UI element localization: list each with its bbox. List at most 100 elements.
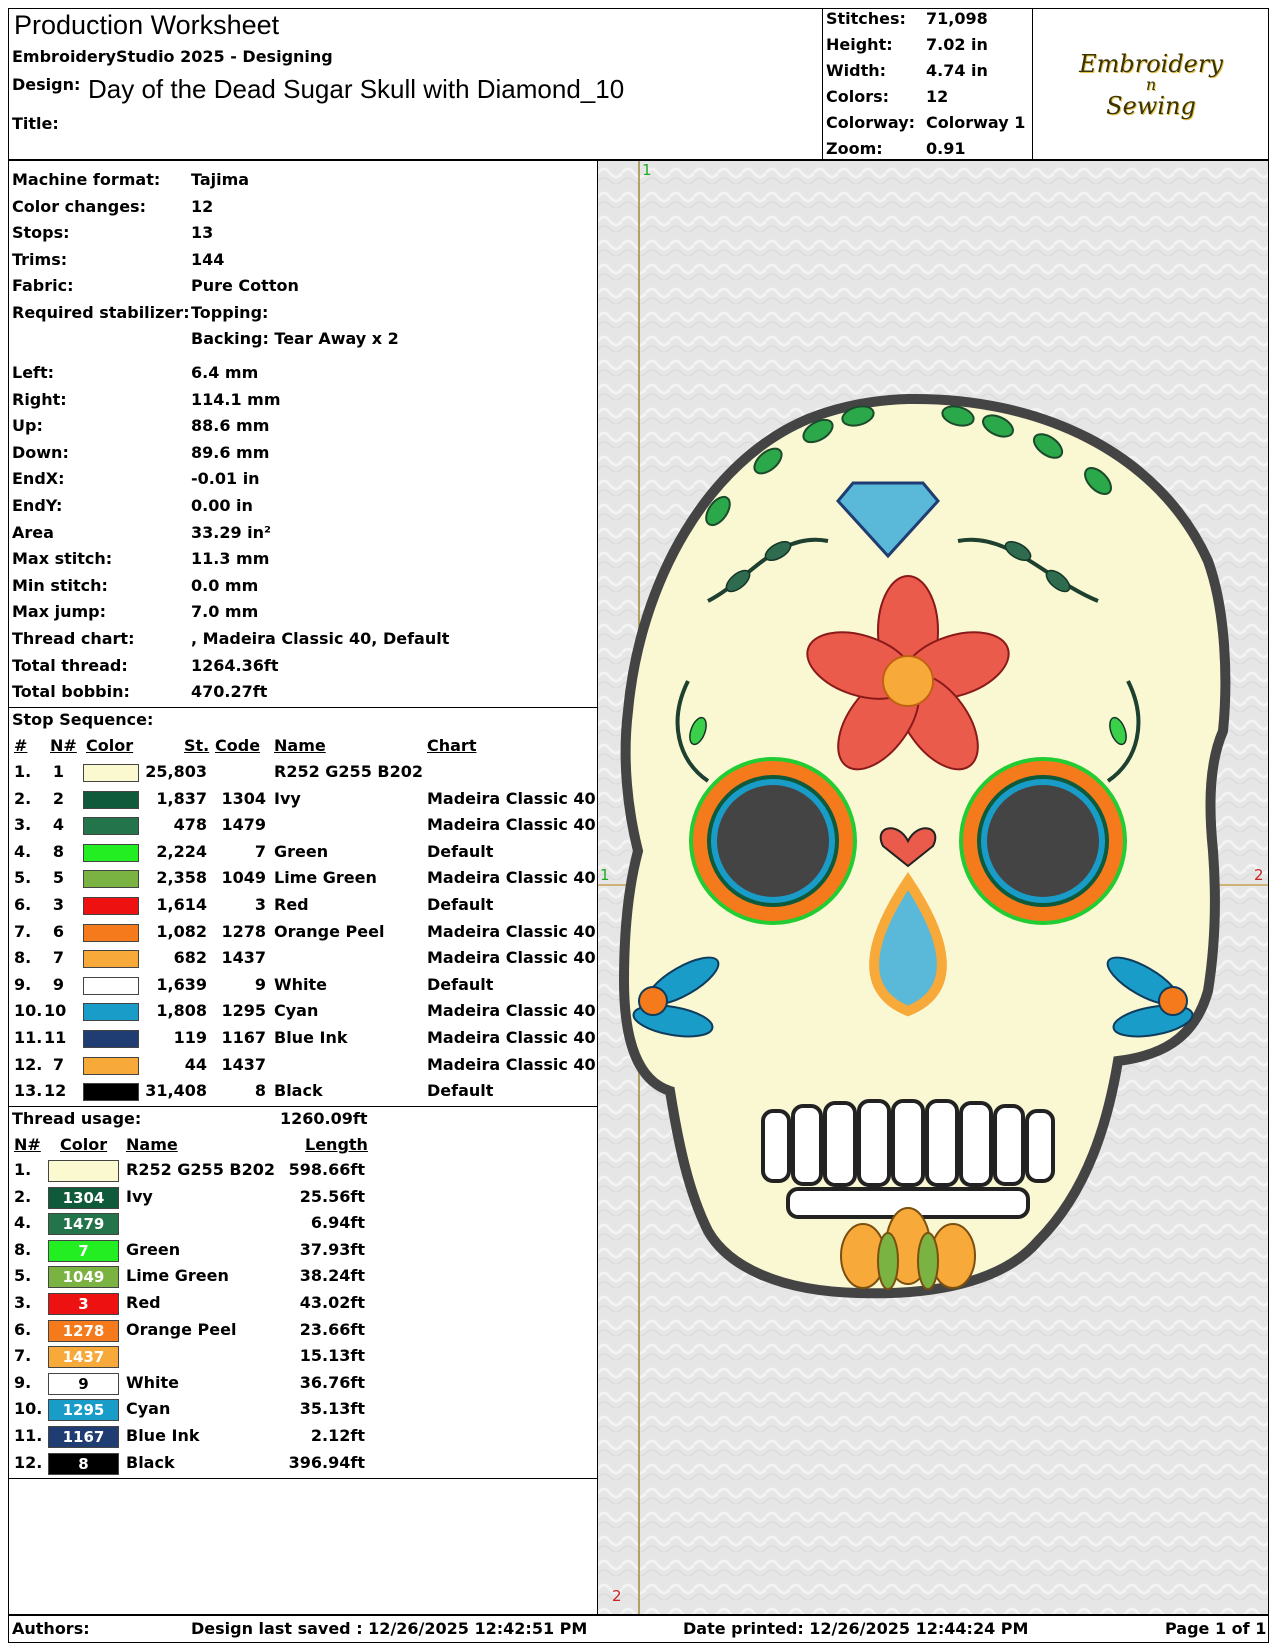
detail-value: Topping: xyxy=(191,302,269,322)
detail-value: 470.27ft xyxy=(191,682,268,702)
usage-num: 10. xyxy=(14,1399,43,1419)
detail-value: Tajima xyxy=(191,170,250,189)
stop-stitches: 682 xyxy=(173,948,207,968)
detail-value: -0.01 in xyxy=(191,469,260,489)
stop-color-swatch xyxy=(83,843,139,862)
usage-name: Cyan xyxy=(126,1399,171,1419)
usage-color-swatch: 1437 xyxy=(48,1346,119,1369)
stop-num: 7. xyxy=(14,921,32,941)
detail-value: 7.0 mm xyxy=(191,602,259,622)
stop-color-swatch xyxy=(83,1003,139,1022)
usage-num: 1. xyxy=(14,1160,32,1179)
stat-label: Width: xyxy=(826,61,887,80)
detail-value: 0.0 mm xyxy=(191,575,259,595)
usage-name: Blue Ink xyxy=(126,1426,200,1445)
stop-chart: Default xyxy=(427,895,494,914)
stop-row: 5. 5 2,358 1049 Lime Green Madeira Classic 40 xyxy=(0,868,597,892)
thread-usage-title: Thread usage: xyxy=(12,1109,142,1128)
footer-date-printed: Date printed: 12/26/2025 12:44:24 PM xyxy=(683,1619,1029,1638)
stop-needle: 6 xyxy=(52,921,64,941)
stop-code: 7 xyxy=(254,841,266,861)
stat-value: 12 xyxy=(926,87,949,106)
app-name: EmbroideryStudio 2025 - Designing xyxy=(12,47,333,66)
detail-label: Up: xyxy=(12,416,43,436)
usage-name: R252 G255 B202 xyxy=(126,1160,275,1179)
stop-header-code: Code xyxy=(215,736,261,755)
stop-color-swatch xyxy=(83,764,139,782)
stop-sequence-divider xyxy=(8,707,598,708)
stop-chart: Madeira Classic 40 xyxy=(427,788,596,808)
footer-authors: Authors: xyxy=(12,1619,90,1638)
usage-length: 35.13ft xyxy=(299,1399,365,1419)
stop-header-n: N# xyxy=(50,736,77,755)
detail-label: Left: xyxy=(12,363,55,382)
stop-code: 1295 xyxy=(221,1001,266,1021)
usage-name: Green xyxy=(126,1239,181,1259)
stat-label: Stitches: xyxy=(826,9,906,28)
usage-color-swatch: 1304 xyxy=(48,1186,119,1209)
detail-label: EndY: xyxy=(12,496,63,515)
stop-chart: Default xyxy=(427,841,494,861)
usage-length: 15.13ft xyxy=(299,1346,365,1366)
stop-num: 8. xyxy=(14,948,32,968)
stop-name: Ivy xyxy=(274,788,301,808)
detail-value: Backing: Tear Away x 2 xyxy=(191,329,399,348)
detail-value: , Madeira Classic 40, Default xyxy=(191,629,450,648)
usage-length: 598.66ft xyxy=(288,1160,365,1179)
usage-length: 43.02ft xyxy=(299,1293,365,1312)
detail-value: 88.6 mm xyxy=(191,416,270,436)
usage-row: 5. 1049 Lime Green 38.24ft xyxy=(0,1266,597,1290)
usage-length: 25.56ft xyxy=(299,1186,365,1206)
usage-color-swatch: 1049 xyxy=(48,1266,119,1289)
stop-row: 1. 1 25,803 R252 G255 B202 xyxy=(0,762,597,786)
stop-needle: 7 xyxy=(52,1054,64,1074)
stop-num: 6. xyxy=(14,895,32,914)
stop-stitches: 2,224 xyxy=(156,841,207,861)
detail-value: 13 xyxy=(191,223,214,242)
usage-color-swatch: 1278 xyxy=(48,1319,119,1342)
thread-usage-total: 1260.09ft xyxy=(280,1109,368,1128)
usage-row: 12. 8 Black 396.94ft xyxy=(0,1452,597,1477)
stop-color-swatch xyxy=(83,1056,139,1075)
stop-header-chart: Chart xyxy=(427,736,477,755)
title-label: Title: xyxy=(12,114,59,133)
stop-num: 5. xyxy=(14,868,32,888)
usage-name: Red xyxy=(126,1293,161,1312)
stop-row: 4. 8 2,224 7 Green Default xyxy=(0,842,597,866)
stop-name: Orange Peel xyxy=(274,921,385,941)
usage-color-swatch: 9 xyxy=(48,1372,119,1395)
stop-name: Lime Green xyxy=(274,868,377,888)
stop-stitches: 478 xyxy=(173,815,207,835)
usage-row: 9. 9 White 36.76ft xyxy=(0,1372,597,1397)
usage-num: 5. xyxy=(14,1266,32,1286)
marker-top: 1 xyxy=(642,161,652,179)
usage-color-swatch: 3 xyxy=(48,1293,119,1315)
stop-code: 1479 xyxy=(221,815,266,835)
usage-length: 396.94ft xyxy=(288,1452,365,1472)
usage-name: Orange Peel xyxy=(126,1319,237,1339)
detail-label: Stops: xyxy=(12,223,70,242)
detail-value: 0.00 in xyxy=(191,496,253,515)
usage-header-n: N# xyxy=(14,1135,41,1154)
usage-row: 6. 1278 Orange Peel 23.66ft xyxy=(0,1319,597,1344)
stop-needle: 12 xyxy=(44,1081,67,1101)
usage-num: 6. xyxy=(14,1319,32,1339)
detail-label: Required stabilizer: xyxy=(12,302,190,322)
logo-divider xyxy=(1032,8,1033,160)
stop-code: 1167 xyxy=(221,1028,266,1047)
stop-code: 1049 xyxy=(221,868,266,888)
usage-header-length: Length xyxy=(305,1135,368,1154)
stat-label: Height: xyxy=(826,35,893,54)
stop-sequence-title: Stop Sequence: xyxy=(12,710,154,729)
usage-length: 23.66ft xyxy=(299,1319,365,1339)
stop-needle: 8 xyxy=(52,841,64,861)
usage-color-swatch: 1167 xyxy=(48,1426,119,1448)
detail-label: Fabric: xyxy=(12,276,74,295)
detail-value: 114.1 mm xyxy=(191,389,281,409)
stop-name: Green xyxy=(274,841,329,861)
stop-chart: Madeira Classic 40 xyxy=(427,1028,596,1047)
right-eye xyxy=(959,757,1127,925)
stop-needle: 10 xyxy=(44,1001,67,1021)
stop-row: 6. 3 1,614 3 Red Default xyxy=(0,895,597,919)
stop-chart: Madeira Classic 40 xyxy=(427,948,596,968)
